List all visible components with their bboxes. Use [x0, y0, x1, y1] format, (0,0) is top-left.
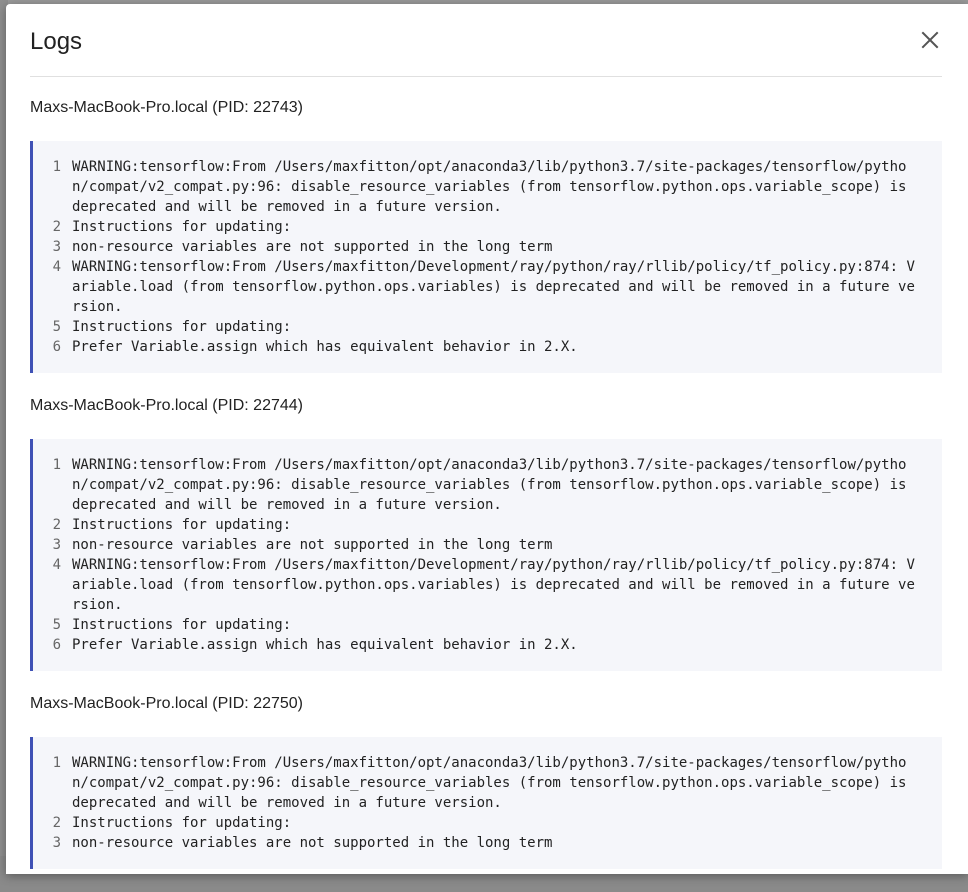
log-line-text: non-resource variables are not supported… [72, 835, 553, 851]
line-number: 6 [52, 637, 61, 653]
line-number: 5 [52, 617, 61, 633]
log-section: Maxs-MacBook-Pro.local (PID: 22744) 1 WARN… [30, 396, 942, 671]
process-host-label: Maxs-MacBook-Pro.local (PID: 22750) [30, 695, 303, 712]
line-number: 2 [52, 815, 61, 831]
line-number: 2 [52, 219, 61, 235]
log-line: 3 non-resource variables are not supporte… [33, 833, 942, 853]
process-host-label: Maxs-MacBook-Pro.local (PID: 22744) [30, 397, 303, 414]
line-number: 2 [52, 517, 61, 533]
log-line: 5 Instructions for updating: [33, 615, 942, 635]
close-button[interactable] [916, 26, 944, 54]
log-line-text: Instructions for updating: [72, 517, 292, 533]
log-line: 1 WARNING:tensorflow:From /Users/maxfitto… [33, 455, 942, 515]
log-line: 4 WARNING:tensorflow:From /Users/maxfitto… [33, 555, 942, 615]
log-section: Maxs-MacBook-Pro.local (PID: 22743) 1 WARN… [30, 98, 942, 373]
dialog-title: Logs [30, 28, 83, 55]
log-line: 2 Instructions for updating: [33, 813, 942, 833]
log-line-text: Instructions for updating: [72, 219, 292, 235]
close-icon [921, 31, 939, 49]
log-line-text: Prefer Variable.assign which has equival… [72, 637, 578, 653]
log-line-text: WARNING:tensorflow:From /Users/maxfitton… [72, 557, 915, 613]
process-host-label: Maxs-MacBook-Pro.local (PID: 22743) [30, 99, 303, 116]
log-line-text: Instructions for updating: [72, 815, 292, 831]
log-line-text: Instructions for updating: [72, 617, 292, 633]
log-line: 1 WARNING:tensorflow:From /Users/maxfitto… [33, 753, 942, 813]
line-number: 1 [52, 755, 61, 771]
log-line: 3 non-resource variables are not supporte… [33, 237, 942, 257]
line-number: 4 [52, 557, 61, 573]
line-number: 6 [52, 339, 61, 355]
log-line-text: WARNING:tensorflow:From /Users/maxfitton… [72, 159, 915, 215]
line-number: 1 [52, 159, 61, 175]
line-number: 3 [52, 239, 61, 255]
line-number: 1 [52, 457, 61, 473]
log-line-text: Prefer Variable.assign which has equival… [72, 339, 578, 355]
log-line: 5 Instructions for updating: [33, 317, 942, 337]
log-line-text: WARNING:tensorflow:From /Users/maxfitton… [72, 755, 915, 811]
title-divider [30, 76, 942, 77]
log-line: 2 Instructions for updating: [33, 515, 942, 535]
log-line: 4 WARNING:tensorflow:From /Users/maxfitto… [33, 257, 942, 317]
log-line-text: non-resource variables are not supported… [72, 537, 553, 553]
log-section: Maxs-MacBook-Pro.local (PID: 22750) 1 WARN… [30, 694, 942, 869]
log-line-text: WARNING:tensorflow:From /Users/maxfitton… [72, 259, 915, 315]
logs-dialog: Logs Maxs-MacBook-Pro.local (PID: 22743)… [6, 4, 968, 874]
log-output-block: 1 WARNING:tensorflow:From /Users/maxfitto… [30, 439, 942, 671]
log-line-text: non-resource variables are not supported… [72, 239, 553, 255]
log-line: 3 non-resource variables are not supporte… [33, 535, 942, 555]
log-line: 6 Prefer Variable.assign which has equiva… [33, 337, 942, 357]
logs-content: Maxs-MacBook-Pro.local (PID: 22743) 1 WARN… [30, 98, 942, 892]
line-number: 4 [52, 259, 61, 275]
line-number: 3 [52, 835, 61, 851]
log-output-block: 1 WARNING:tensorflow:From /Users/maxfitto… [30, 737, 942, 869]
log-line: 1 WARNING:tensorflow:From /Users/maxfitto… [33, 157, 942, 217]
log-output-block: 1 WARNING:tensorflow:From /Users/maxfitto… [30, 141, 942, 373]
log-line: 2 Instructions for updating: [33, 217, 942, 237]
log-line-text: Instructions for updating: [72, 319, 292, 335]
log-line-text: WARNING:tensorflow:From /Users/maxfitton… [72, 457, 915, 513]
log-line: 6 Prefer Variable.assign which has equiva… [33, 635, 942, 655]
line-number: 3 [52, 537, 61, 553]
line-number: 5 [52, 319, 61, 335]
